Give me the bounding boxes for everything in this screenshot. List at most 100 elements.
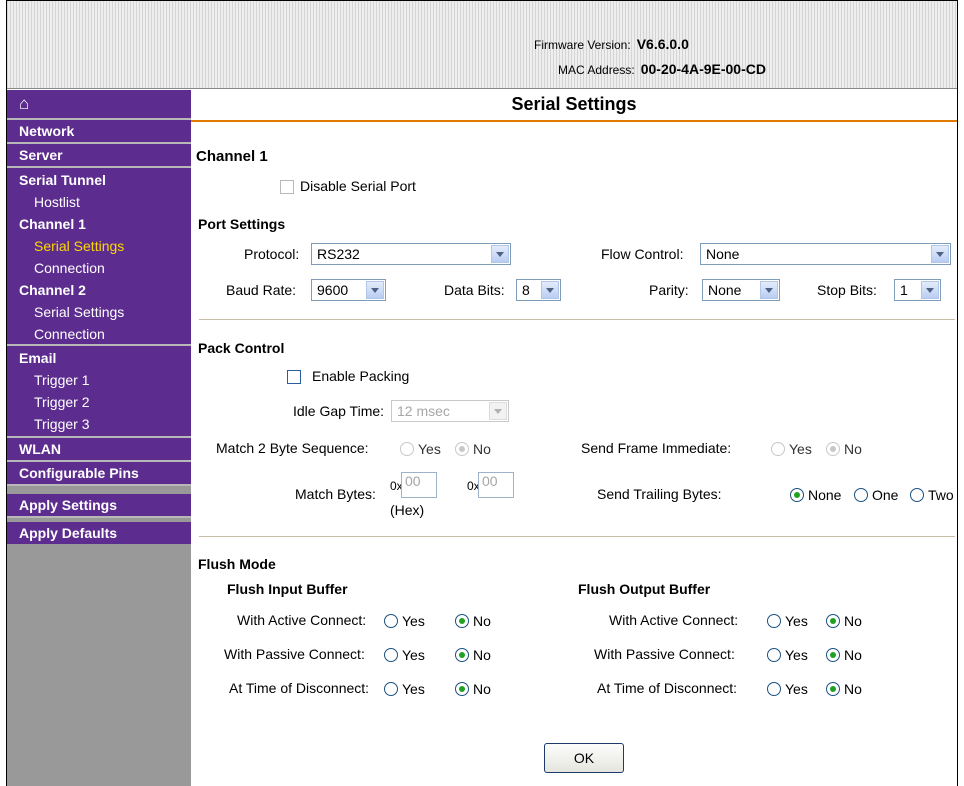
- output-disconnect-yes-radio[interactable]: [767, 682, 781, 696]
- match2-no-label: No: [473, 441, 491, 457]
- input-passive-connect-label: With Passive Connect:: [224, 646, 365, 662]
- baud-rate-label: Baud Rate:: [226, 282, 297, 298]
- hex-note: (Hex): [390, 502, 425, 518]
- parity-value: None: [708, 282, 742, 298]
- header-banner: Firmware Version: V6.6.0.0 MAC Address: 00…: [7, 1, 957, 89]
- sidebar-item-channel2[interactable]: Channel 2: [19, 280, 86, 300]
- disable-serial-port-label: Disable Serial Port: [300, 178, 416, 194]
- home-icon[interactable]: ⌂: [19, 94, 29, 114]
- sidebar-item-configurable-pins[interactable]: Configurable Pins: [19, 463, 139, 483]
- output-passive-yes-radio[interactable]: [767, 648, 781, 662]
- flush-input-title: Flush Input Buffer: [227, 581, 348, 597]
- chevron-down-icon[interactable]: [491, 245, 509, 263]
- sidebar-item-network[interactable]: Network: [19, 121, 74, 141]
- input-passive-no-label: No: [473, 647, 491, 663]
- enable-packing-checkbox[interactable]: [287, 370, 301, 384]
- trailing-two-radio[interactable]: [910, 488, 924, 502]
- divider: [7, 516, 191, 518]
- idle-gap-time-value: 12 msec: [397, 403, 450, 419]
- sidebar-item-channel1[interactable]: Channel 1: [19, 214, 86, 234]
- chevron-down-icon[interactable]: [760, 281, 778, 299]
- input-disconnect-label: At Time of Disconnect:: [229, 680, 370, 696]
- stop-bits-select[interactable]: 1: [894, 279, 941, 301]
- output-passive-no-radio[interactable]: [826, 648, 840, 662]
- firmware-label: Firmware Version:: [534, 38, 631, 52]
- sidebar-item-trigger1[interactable]: Trigger 1: [34, 370, 90, 390]
- send-frame-yes-label: Yes: [789, 441, 812, 457]
- apply-defaults-button[interactable]: Apply Defaults: [19, 523, 117, 543]
- pack-control-title: Pack Control: [198, 340, 285, 356]
- trailing-one-radio[interactable]: [854, 488, 868, 502]
- trailing-none-radio[interactable]: [790, 488, 804, 502]
- input-disconnect-no-radio[interactable]: [455, 682, 469, 696]
- input-active-yes-radio[interactable]: [384, 614, 398, 628]
- data-bits-value: 8: [522, 282, 530, 298]
- match2-no-radio[interactable]: [455, 442, 469, 456]
- firmware-value: V6.6.0.0: [636, 36, 689, 52]
- chevron-down-icon[interactable]: [541, 281, 559, 299]
- send-frame-no-radio[interactable]: [826, 442, 840, 456]
- divider: [7, 484, 191, 486]
- parity-select[interactable]: None: [702, 279, 780, 301]
- match2-label: Match 2 Byte Sequence:: [216, 440, 369, 456]
- chevron-down-icon[interactable]: [489, 402, 507, 420]
- sidebar-item-server[interactable]: Server: [19, 145, 63, 165]
- enable-packing-label: Enable Packing: [312, 368, 410, 384]
- home-link[interactable]: ⌂: [7, 90, 191, 118]
- mac-label: MAC Address:: [558, 63, 635, 77]
- channel-title: Channel 1: [196, 148, 268, 165]
- flow-control-label: Flow Control:: [601, 246, 684, 262]
- parity-label: Parity:: [649, 282, 689, 298]
- match-byte-1-input[interactable]: 00: [401, 472, 437, 498]
- chevron-down-icon[interactable]: [921, 281, 939, 299]
- sidebar-item-ch2-serial-settings[interactable]: Serial Settings: [34, 302, 124, 322]
- match2-yes-radio[interactable]: [400, 442, 414, 456]
- baud-rate-select[interactable]: 9600: [311, 279, 386, 301]
- input-disconnect-yes-radio[interactable]: [384, 682, 398, 696]
- sidebar-item-trigger3[interactable]: Trigger 3: [34, 414, 90, 434]
- data-bits-select[interactable]: 8: [516, 279, 561, 301]
- mac-value: 00-20-4A-9E-00-CD: [640, 61, 766, 77]
- send-frame-immediate-label: Send Frame Immediate:: [581, 440, 732, 456]
- output-active-no-label: No: [844, 613, 862, 629]
- main-content: Serial Settings Channel 1 Disable Serial…: [191, 90, 957, 786]
- output-active-connect-label: With Active Connect:: [609, 612, 739, 628]
- sidebar-item-trigger2[interactable]: Trigger 2: [34, 392, 90, 412]
- output-disconnect-no-radio[interactable]: [826, 682, 840, 696]
- send-frame-yes-radio[interactable]: [771, 442, 785, 456]
- stop-bits-value: 1: [900, 282, 908, 298]
- trailing-one-label: One: [872, 487, 899, 503]
- chevron-down-icon[interactable]: [931, 245, 949, 263]
- flush-output-title: Flush Output Buffer: [578, 581, 711, 597]
- flow-control-select[interactable]: None: [700, 243, 951, 265]
- output-disconnect-yes-label: Yes: [785, 681, 808, 697]
- disable-serial-port-checkbox[interactable]: [280, 180, 294, 194]
- apply-settings-button[interactable]: Apply Settings: [19, 495, 117, 515]
- chevron-down-icon[interactable]: [366, 281, 384, 299]
- input-passive-yes-label: Yes: [402, 647, 425, 663]
- input-disconnect-no-label: No: [473, 681, 491, 697]
- input-active-no-radio[interactable]: [455, 614, 469, 628]
- protocol-value: RS232: [317, 246, 360, 262]
- output-active-no-radio[interactable]: [826, 614, 840, 628]
- input-passive-no-radio[interactable]: [455, 648, 469, 662]
- sidebar-item-ch1-connection[interactable]: Connection: [34, 258, 105, 278]
- match-byte-2-input[interactable]: 00: [478, 472, 514, 498]
- idle-gap-time-select[interactable]: 12 msec: [391, 400, 509, 422]
- output-active-yes-radio[interactable]: [767, 614, 781, 628]
- match2-yes-label: Yes: [418, 441, 441, 457]
- sidebar-item-ch2-connection[interactable]: Connection: [34, 324, 105, 344]
- sidebar-item-ch1-serial-settings[interactable]: Serial Settings: [34, 236, 124, 256]
- input-passive-yes-radio[interactable]: [384, 648, 398, 662]
- output-passive-yes-label: Yes: [785, 647, 808, 663]
- output-disconnect-label: At Time of Disconnect:: [597, 680, 738, 696]
- ok-button[interactable]: OK: [544, 743, 624, 773]
- sidebar-item-serial-tunnel[interactable]: Serial Tunnel: [19, 170, 106, 190]
- sidebar-item-wlan[interactable]: WLAN: [19, 439, 61, 459]
- sidebar-item-email[interactable]: Email: [19, 348, 56, 368]
- output-disconnect-no-label: No: [844, 681, 862, 697]
- protocol-select[interactable]: RS232: [311, 243, 511, 265]
- sidebar-item-hostlist[interactable]: Hostlist: [34, 192, 80, 212]
- protocol-label: Protocol:: [244, 246, 300, 262]
- title-underline: [191, 120, 957, 122]
